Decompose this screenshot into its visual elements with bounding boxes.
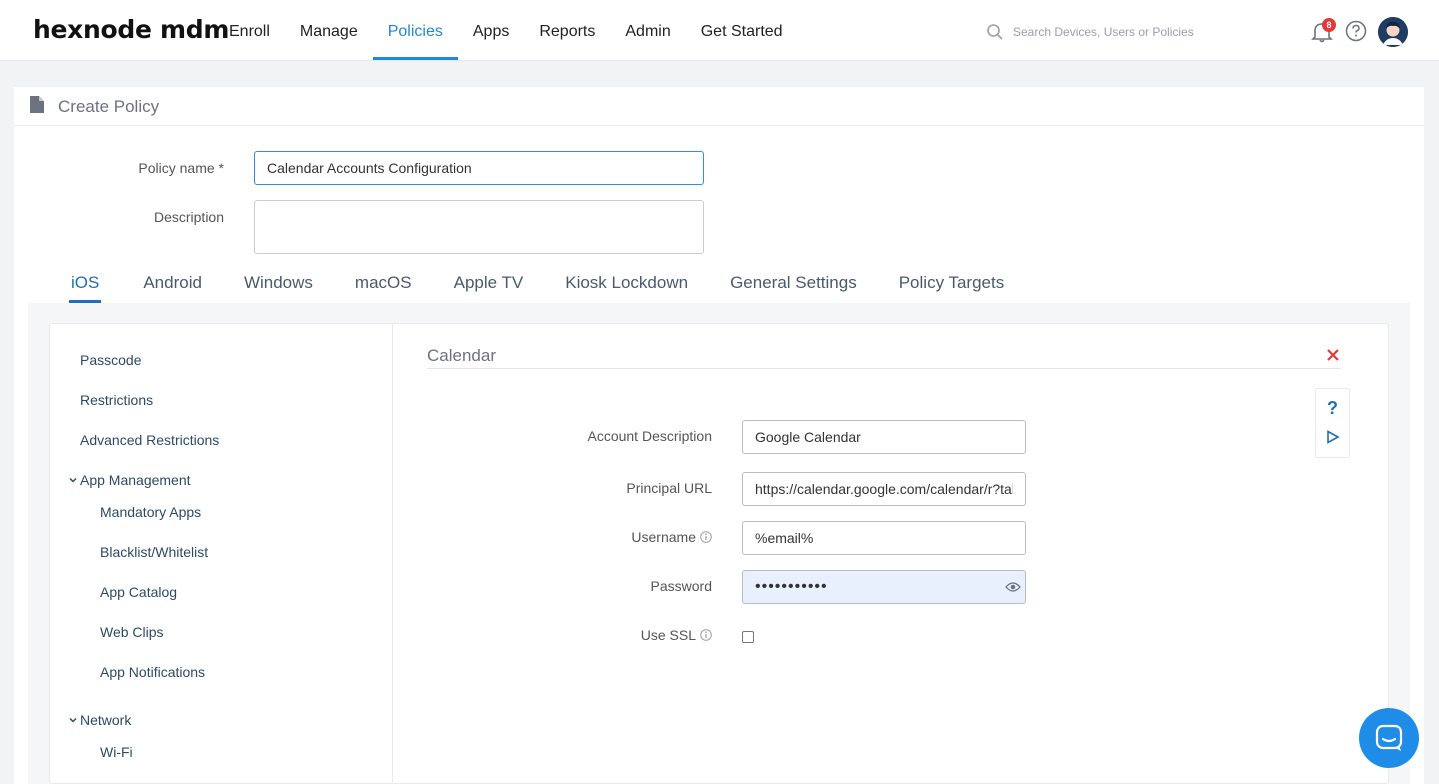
help-question-button[interactable]: ? [1327, 398, 1338, 419]
close-icon[interactable] [1326, 348, 1340, 362]
principal-url-input[interactable] [742, 472, 1026, 506]
notifications-button[interactable]: 8 [1309, 18, 1336, 45]
tab-windows[interactable]: Windows [244, 270, 313, 303]
policy-config-card: Passcode Restrictions Advanced Restricti… [49, 323, 1389, 784]
sidebar-item-blacklist-whitelist[interactable]: Blacklist/Whitelist [100, 544, 208, 560]
nav-manage[interactable]: Manage [285, 0, 373, 60]
description-input[interactable] [254, 200, 704, 254]
section-divider [427, 368, 1341, 369]
tab-android[interactable]: Android [143, 270, 202, 303]
policy-name-input[interactable] [254, 151, 704, 185]
help-button[interactable] [1345, 20, 1367, 42]
eye-icon[interactable] [1005, 581, 1021, 593]
chevron-down-icon [69, 477, 77, 483]
sidebar-item-wifi[interactable]: Wi-Fi [100, 744, 133, 760]
chat-icon [1375, 724, 1403, 751]
sidebar-item-advanced-restrictions[interactable]: Advanced Restrictions [80, 432, 219, 448]
policy-sidebar: Passcode Restrictions Advanced Restricti… [50, 324, 393, 784]
nav-admin[interactable]: Admin [610, 0, 685, 60]
sidebar-group-network[interactable]: Network [68, 712, 131, 728]
chat-launcher-button[interactable] [1359, 708, 1419, 768]
account-description-label: Account Description [492, 428, 712, 444]
sidebar-group-label: Network [80, 712, 132, 728]
sidebar-group-app-management[interactable]: App Management [68, 472, 191, 488]
principal-url-label: Principal URL [492, 480, 712, 496]
nav-policies[interactable]: Policies [372, 0, 458, 60]
section-title: Calendar [427, 346, 496, 365]
policy-name-label: Policy name * [138, 160, 224, 176]
username-label: Username [492, 529, 712, 545]
description-label: Description [153, 209, 224, 225]
hexnode-logo[interactable]: hexnode mdm [33, 15, 229, 44]
main-nav: Enroll Manage Policies Apps Reports Admi… [214, 0, 798, 60]
tab-apple-tv[interactable]: Apple TV [454, 270, 524, 303]
panel-header: Create Policy [14, 87, 1424, 126]
nav-get-started[interactable]: Get Started [686, 0, 798, 60]
tab-policy-targets[interactable]: Policy Targets [899, 270, 1005, 303]
sidebar-item-app-notifications[interactable]: App Notifications [100, 664, 205, 680]
play-icon[interactable] [1326, 430, 1340, 444]
sidebar-group-label: App Management [80, 472, 191, 488]
global-search [986, 20, 1226, 44]
account-description-label-text: Account Description [587, 428, 712, 444]
tab-general-settings[interactable]: General Settings [730, 270, 857, 303]
document-icon [30, 96, 44, 113]
username-input[interactable] [742, 521, 1026, 555]
sidebar-item-app-catalog[interactable]: App Catalog [100, 584, 177, 600]
sidebar-item-web-clips[interactable]: Web Clips [100, 624, 164, 640]
tab-ios[interactable]: iOS [69, 270, 102, 303]
nav-enroll[interactable]: Enroll [214, 0, 285, 60]
use-ssl-label: Use SSL [492, 627, 712, 643]
tab-macos[interactable]: macOS [355, 270, 412, 303]
use-ssl-checkbox[interactable] [742, 631, 754, 643]
user-avatar[interactable] [1378, 17, 1408, 47]
chevron-down-icon [69, 717, 77, 723]
side-toolbar: ? [1315, 388, 1350, 458]
top-navbar: hexnode mdm Enroll Manage Policies Apps … [0, 0, 1439, 61]
nav-reports[interactable]: Reports [524, 0, 610, 60]
password-label-text: Password [650, 578, 712, 594]
avatar-icon [1378, 17, 1408, 47]
sidebar-item-passcode[interactable]: Passcode [80, 352, 141, 368]
use-ssl-label-text: Use SSL [640, 627, 696, 643]
sidebar-item-restrictions[interactable]: Restrictions [80, 392, 153, 408]
sidebar-item-mandatory-apps[interactable]: Mandatory Apps [100, 504, 201, 520]
password-input[interactable] [742, 570, 1026, 604]
notification-badge: 8 [1322, 18, 1336, 32]
search-input[interactable] [1013, 25, 1223, 39]
search-icon [987, 24, 1003, 40]
username-label-text: Username [631, 529, 696, 545]
info-icon[interactable] [700, 531, 712, 543]
nav-apps[interactable]: Apps [458, 0, 524, 60]
create-policy-panel: Create Policy Policy name * Description … [14, 87, 1424, 784]
password-label: Password [492, 578, 712, 594]
platform-tabs: iOS Android Windows macOS Apple TV Kiosk… [28, 270, 1410, 303]
page-title: Create Policy [58, 97, 160, 116]
tab-kiosk-lockdown[interactable]: Kiosk Lockdown [565, 270, 688, 303]
account-description-input[interactable] [742, 420, 1026, 454]
info-icon[interactable] [700, 629, 712, 641]
principal-url-label-text: Principal URL [626, 480, 712, 496]
help-icon [1345, 20, 1367, 42]
